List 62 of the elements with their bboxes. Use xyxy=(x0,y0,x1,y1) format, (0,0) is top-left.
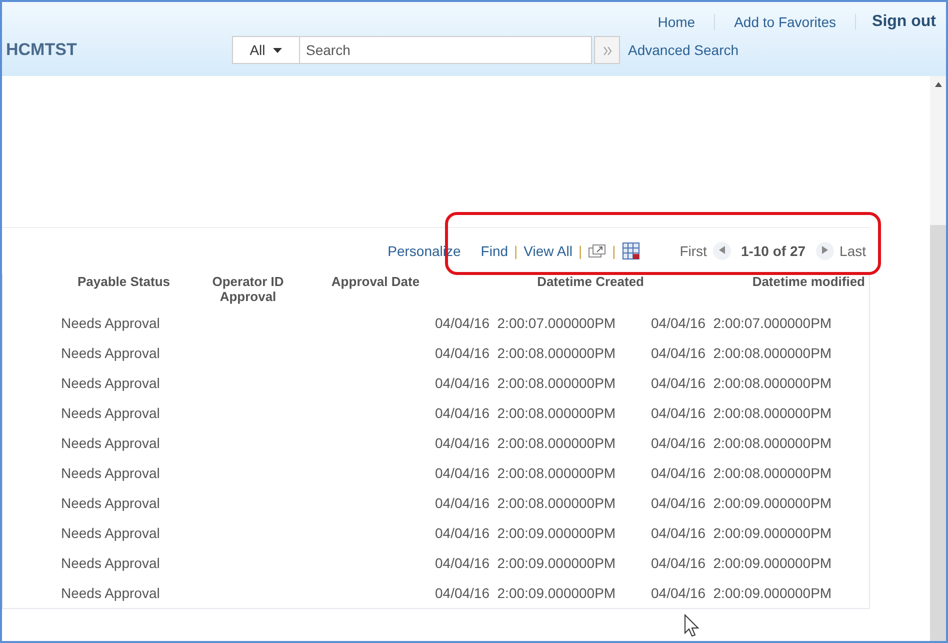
up-arrow-icon[interactable] xyxy=(934,82,942,87)
table-cell-text: 04/04/16 2:00:08.000000PM xyxy=(434,495,617,511)
previous-button[interactable] xyxy=(712,242,731,260)
separator: | xyxy=(514,243,518,259)
table-cell-text: 04/04/16 2:00:09.000000PM xyxy=(650,495,833,511)
table-cell-text: 04/04/16 2:00:09.000000PM xyxy=(650,555,833,571)
right-triangle-icon xyxy=(822,246,828,254)
table-cell-text: Needs Approval xyxy=(60,585,161,601)
table-cell-text: Needs Approval xyxy=(60,345,161,361)
last-link[interactable]: Last xyxy=(840,243,866,259)
page-range: 1-10 of 27 xyxy=(740,243,806,259)
scope-dropdown[interactable]: All xyxy=(232,36,300,64)
find-link[interactable]: Find xyxy=(480,243,508,259)
table-cell-text: 04/04/16 2:00:08.000000PM xyxy=(434,345,617,361)
table-cell-text: 04/04/16 2:00:08.000000PM xyxy=(650,375,833,391)
left-triangle-icon xyxy=(718,246,725,254)
scrollbar[interactable] xyxy=(930,76,946,641)
table-cell-text: Needs Approval xyxy=(60,525,161,541)
column-header: Datetime Created xyxy=(536,274,645,289)
table-cell-text: Needs Approval xyxy=(60,315,161,331)
new-window-icon[interactable] xyxy=(588,244,606,258)
table-cell-text: 04/04/16 2:00:08.000000PM xyxy=(650,435,833,451)
table-cell-text: 04/04/16 2:00:08.000000PM xyxy=(434,435,617,451)
spreadsheet-icon[interactable] xyxy=(622,242,640,260)
table-cell-text: 04/04/16 2:00:08.000000PM xyxy=(434,405,617,421)
first-link[interactable]: First xyxy=(680,243,707,259)
table-cell-text: 04/04/16 2:00:08.000000PM xyxy=(650,345,833,361)
table-cell-text: 04/04/16 2:00:07.000000PM xyxy=(650,315,833,331)
table-cell-text: 04/04/16 2:00:07.000000PM xyxy=(434,315,617,331)
go-button[interactable] xyxy=(594,36,620,64)
search-field[interactable]: Search xyxy=(300,36,592,64)
chevrons-icon xyxy=(602,46,612,54)
table-cell-text: Needs Approval xyxy=(60,375,161,391)
column-header: Payable Status xyxy=(76,274,171,289)
table-cell-text: 04/04/16 2:00:09.000000PM xyxy=(434,555,617,571)
table-cell-text: 04/04/16 2:00:09.000000PM xyxy=(650,585,833,601)
sign-out-link[interactable]: Sign out xyxy=(856,13,936,31)
table-cell-text: Needs Approval xyxy=(60,465,161,481)
table-cell-text: 04/04/16 2:00:08.000000PM xyxy=(650,465,833,481)
table-cell-text: 04/04/16 2:00:09.000000PM xyxy=(434,525,617,541)
advanced-search-link[interactable]: Advanced Search xyxy=(628,42,739,58)
app-name: HCMTST xyxy=(6,40,77,60)
table-cell-text: Needs Approval xyxy=(60,555,161,571)
view-all-link[interactable]: View All xyxy=(524,243,572,259)
column-header: Operator ID Approval xyxy=(211,274,285,304)
column-header: Approval Date xyxy=(330,274,421,289)
next-button[interactable] xyxy=(816,242,834,260)
table-cell-text: 04/04/16 2:00:08.000000PM xyxy=(650,405,833,421)
table-cell-text: 04/04/16 2:00:09.000000PM xyxy=(434,585,617,601)
table-cell-text: Needs Approval xyxy=(60,405,161,421)
separator: | xyxy=(578,243,582,259)
nav-link[interactable]: Add to Favorites xyxy=(715,14,856,30)
separator: | xyxy=(612,243,616,259)
table-cell-text: 04/04/16 2:00:08.000000PM xyxy=(434,465,617,481)
column-header: Datetime modified xyxy=(751,274,866,289)
nav-link[interactable]: Home xyxy=(638,14,716,30)
table-cell-text: 04/04/16 2:00:08.000000PM xyxy=(434,375,617,391)
table-cell-text: 04/04/16 2:00:09.000000PM xyxy=(650,525,833,541)
table-cell-text: Needs Approval xyxy=(60,495,161,511)
table-cell-text: Needs Approval xyxy=(60,435,161,451)
caret-icon xyxy=(273,48,282,52)
mouse-pointer-icon xyxy=(684,614,700,638)
